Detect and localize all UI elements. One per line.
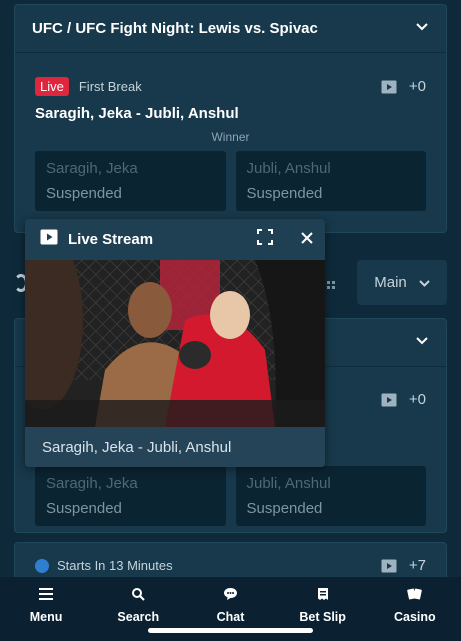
nav-label: Search (117, 610, 160, 624)
selection-name: Jubli, Anshul (246, 160, 331, 177)
nav-bet-slip[interactable]: Bet Slip (283, 587, 363, 624)
selection-status: Suspended (246, 185, 323, 202)
match-title[interactable]: Saragih, Jeka - Jubli, Anshul (15, 105, 446, 122)
market-filter-label: Main (374, 274, 407, 291)
selection-status: Suspended (46, 500, 122, 517)
market-label: Winner (211, 130, 250, 144)
nav-menu[interactable]: Menu (6, 587, 86, 624)
market-filter-select[interactable]: Main (357, 260, 447, 305)
home-indicator (148, 628, 313, 633)
live-badge: Live (35, 77, 69, 96)
chevron-down-icon[interactable] (416, 22, 428, 35)
match-meta-3: Starts In 13 Minutes +7 (15, 557, 446, 574)
play-video-icon (40, 229, 58, 250)
match-meta: Live First Break +0 (15, 77, 446, 96)
live-stream-video[interactable] (25, 260, 325, 427)
nav-casino[interactable]: Casino (375, 587, 455, 624)
period-label: First Break (78, 79, 142, 94)
selection-status: Suspended (46, 185, 122, 202)
nav-label: Bet Slip (299, 610, 346, 624)
event-card: UFC / UFC Fight Night: Lewis vs. Spivac … (14, 4, 447, 233)
event-header[interactable]: UFC / UFC Fight Night: Lewis vs. Spivac (15, 5, 446, 53)
more-markets-count[interactable]: +7 (409, 557, 426, 574)
nav-label: Menu (29, 610, 63, 624)
odds-row-2: Saragih, Jeka Suspended Jubli, Anshul Su… (15, 466, 446, 526)
more-markets-count[interactable]: +0 (409, 78, 426, 95)
menu-icon (39, 587, 54, 604)
nav-label: Chat (216, 610, 245, 624)
fullscreen-icon[interactable] (257, 229, 273, 250)
odds-button-home[interactable]: Saragih, Jeka Suspended (35, 466, 226, 526)
close-icon[interactable] (301, 231, 313, 249)
odds-row: Saragih, Jeka Suspended Jubli, Anshul Su… (15, 151, 446, 211)
more-markets-count[interactable]: +0 (409, 391, 426, 408)
play-video-icon[interactable] (381, 393, 397, 407)
grid-view-icon[interactable] (327, 278, 335, 289)
search-icon (131, 587, 145, 604)
odds-button-away[interactable]: Jubli, Anshul Suspended (235, 151, 426, 211)
live-stream-title: Live Stream (68, 231, 154, 248)
betslip-icon (317, 587, 329, 604)
nav-label: Casino (394, 610, 436, 624)
live-stream-caption: Saragih, Jeka - Jubli, Anshul (25, 427, 325, 467)
live-stream-popup: Live Stream Saragih, Jeka - Jubli, Anshu… (25, 219, 325, 467)
odds-button-away[interactable]: Jubli, Anshul Suspended (235, 466, 426, 526)
odds-button-home[interactable]: Saragih, Jeka Suspended (35, 151, 226, 211)
play-video-icon[interactable] (381, 559, 397, 573)
selection-name: Saragih, Jeka (46, 160, 138, 177)
live-stream-header: Live Stream (25, 219, 325, 260)
play-video-icon[interactable] (381, 80, 397, 94)
chat-icon (223, 587, 238, 604)
selection-name: Jubli, Anshul (246, 475, 331, 492)
selection-status: Suspended (246, 500, 323, 517)
starts-in-label: Starts In 13 Minutes (57, 558, 173, 573)
chevron-down-icon[interactable] (416, 336, 428, 349)
globe-icon (35, 558, 49, 573)
selection-name: Saragih, Jeka (46, 475, 138, 492)
casino-icon (407, 587, 423, 604)
event-title: UFC / UFC Fight Night: Lewis vs. Spivac (32, 20, 318, 37)
nav-chat[interactable]: Chat (190, 587, 270, 624)
chevron-down-icon (419, 274, 430, 291)
nav-search[interactable]: Search (98, 587, 178, 624)
